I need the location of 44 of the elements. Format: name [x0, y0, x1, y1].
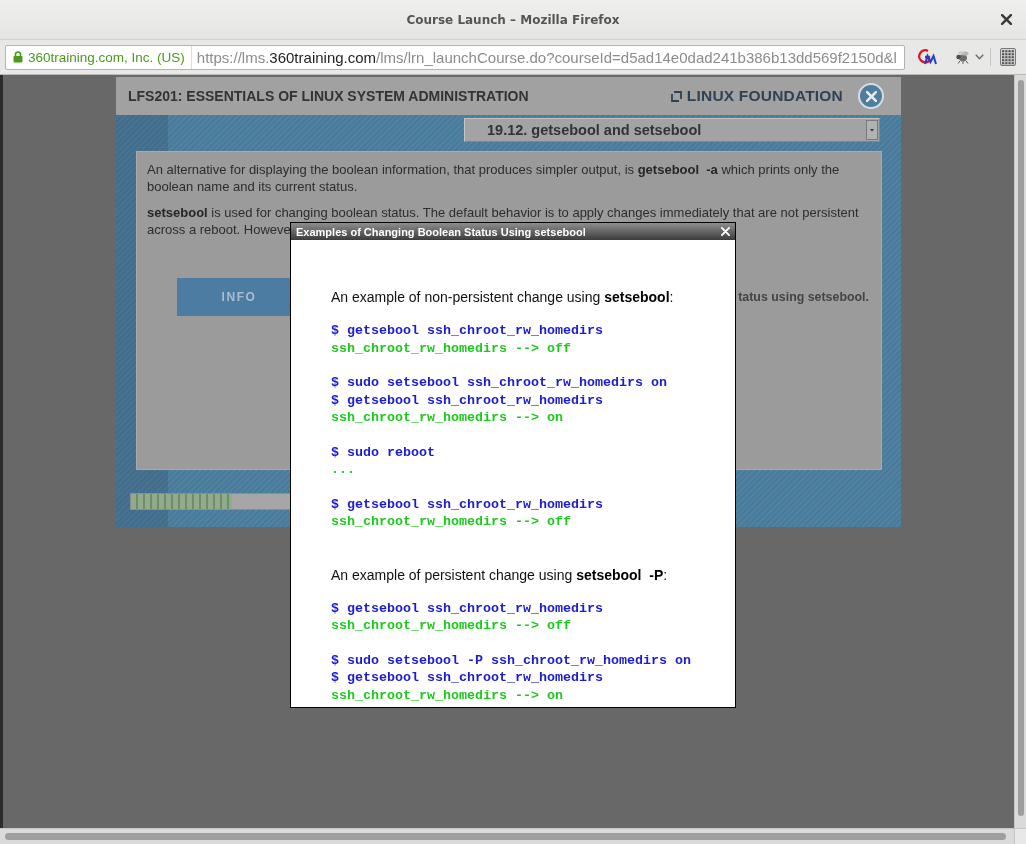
command-line: $ getsebool ssh_chroot_rw_homedirs: [331, 599, 603, 617]
scrollbar-corner: [1014, 828, 1026, 844]
address-field[interactable]: 360training.com, Inc. (US) https://lms.360training.com/lms/lrn_launchCourse.do?courseId=d5ad14e0dad241b386b13dd569f2150d&l: [5, 44, 905, 70]
paragraph-line: across a reboot. Howeve: [147, 221, 291, 238]
dialog-close-button[interactable]: [721, 227, 730, 236]
paragraph-line: setsebool is used for changing boolean status. The default behavior is to apply changes immediately that are not persistent: [147, 204, 859, 221]
output-line: ssh_chroot_rw_homedirs --> on: [331, 409, 563, 427]
lock-icon: [13, 51, 23, 63]
keyboard-icon[interactable]: [1000, 48, 1016, 66]
section-heading: tatus using setsebool.: [738, 290, 869, 304]
example-intro: An example of persistent change using setsebool -P:: [331, 566, 668, 584]
command-line: $ getsebool ssh_chroot_rw_homedirs: [331, 391, 603, 409]
site-identity-button[interactable]: 360training.com, Inc. (US): [6, 45, 192, 69]
close-icon: [1001, 14, 1012, 25]
bug-icon[interactable]: [954, 50, 971, 64]
scrollbar-thumb[interactable]: [5, 833, 1006, 840]
logo-text: LINUX FOUNDATION: [686, 87, 843, 105]
horizontal-scrollbar[interactable]: [0, 828, 1014, 844]
dialog-title: Examples of Changing Boolean Status Using setsebool: [296, 225, 586, 238]
vertical-scrollbar[interactable]: [1014, 75, 1026, 828]
command-line: $ getsebool ssh_chroot_rw_homedirs: [331, 669, 603, 687]
caret-icon[interactable]: [975, 54, 984, 60]
url-text: https://lms.360training.com/lms/lrn_launchCourse.do?courseId=d5ad14e0dad241b386b13dd569f2150d&l: [195, 48, 897, 66]
output-line: ssh_chroot_rw_homedirs --> off: [331, 513, 571, 531]
command-line: $ sudo reboot: [331, 443, 435, 461]
extension-logo-icon[interactable]: [918, 48, 938, 66]
course-close-button[interactable]: [858, 83, 884, 109]
close-icon: [721, 227, 730, 236]
output-line: ssh_chroot_rw_homedirs --> on: [331, 686, 563, 704]
info-paragraph: An alternative for displaying the boolean information, that produces simpler output, is getsebool -a which prints only the boolean name and its current status.: [147, 161, 841, 195]
window-close-button[interactable]: [1001, 14, 1012, 25]
command-line: $ getsebool ssh_chroot_rw_homedirs: [331, 322, 603, 340]
command-line: $ sudo setsebool ssh_chroot_rw_homedirs on: [331, 374, 667, 392]
output-line: ssh_chroot_rw_homedirs --> off: [331, 617, 571, 635]
close-icon: [865, 90, 877, 102]
output-line: ...: [331, 461, 355, 479]
scrollbar-thumb[interactable]: [1017, 80, 1024, 816]
course-title: LFS201: ESSENTIALS OF LINUX SYSTEM ADMINISTRATION: [128, 88, 529, 104]
output-line: ssh_chroot_rw_homedirs --> off: [331, 339, 571, 357]
window-title: Course Launch – Mozilla Firefox: [406, 12, 620, 27]
command-line: $ sudo setsebool -P ssh_chroot_rw_homedirs on: [331, 651, 691, 669]
example-intro: An example of non-persistent change using setsebool:: [331, 289, 674, 306]
topic-dropdown[interactable]: 19.12. getsebool and setsebool: [464, 118, 880, 142]
command-line: $ getsebool ssh_chroot_rw_homedirs: [331, 495, 603, 513]
